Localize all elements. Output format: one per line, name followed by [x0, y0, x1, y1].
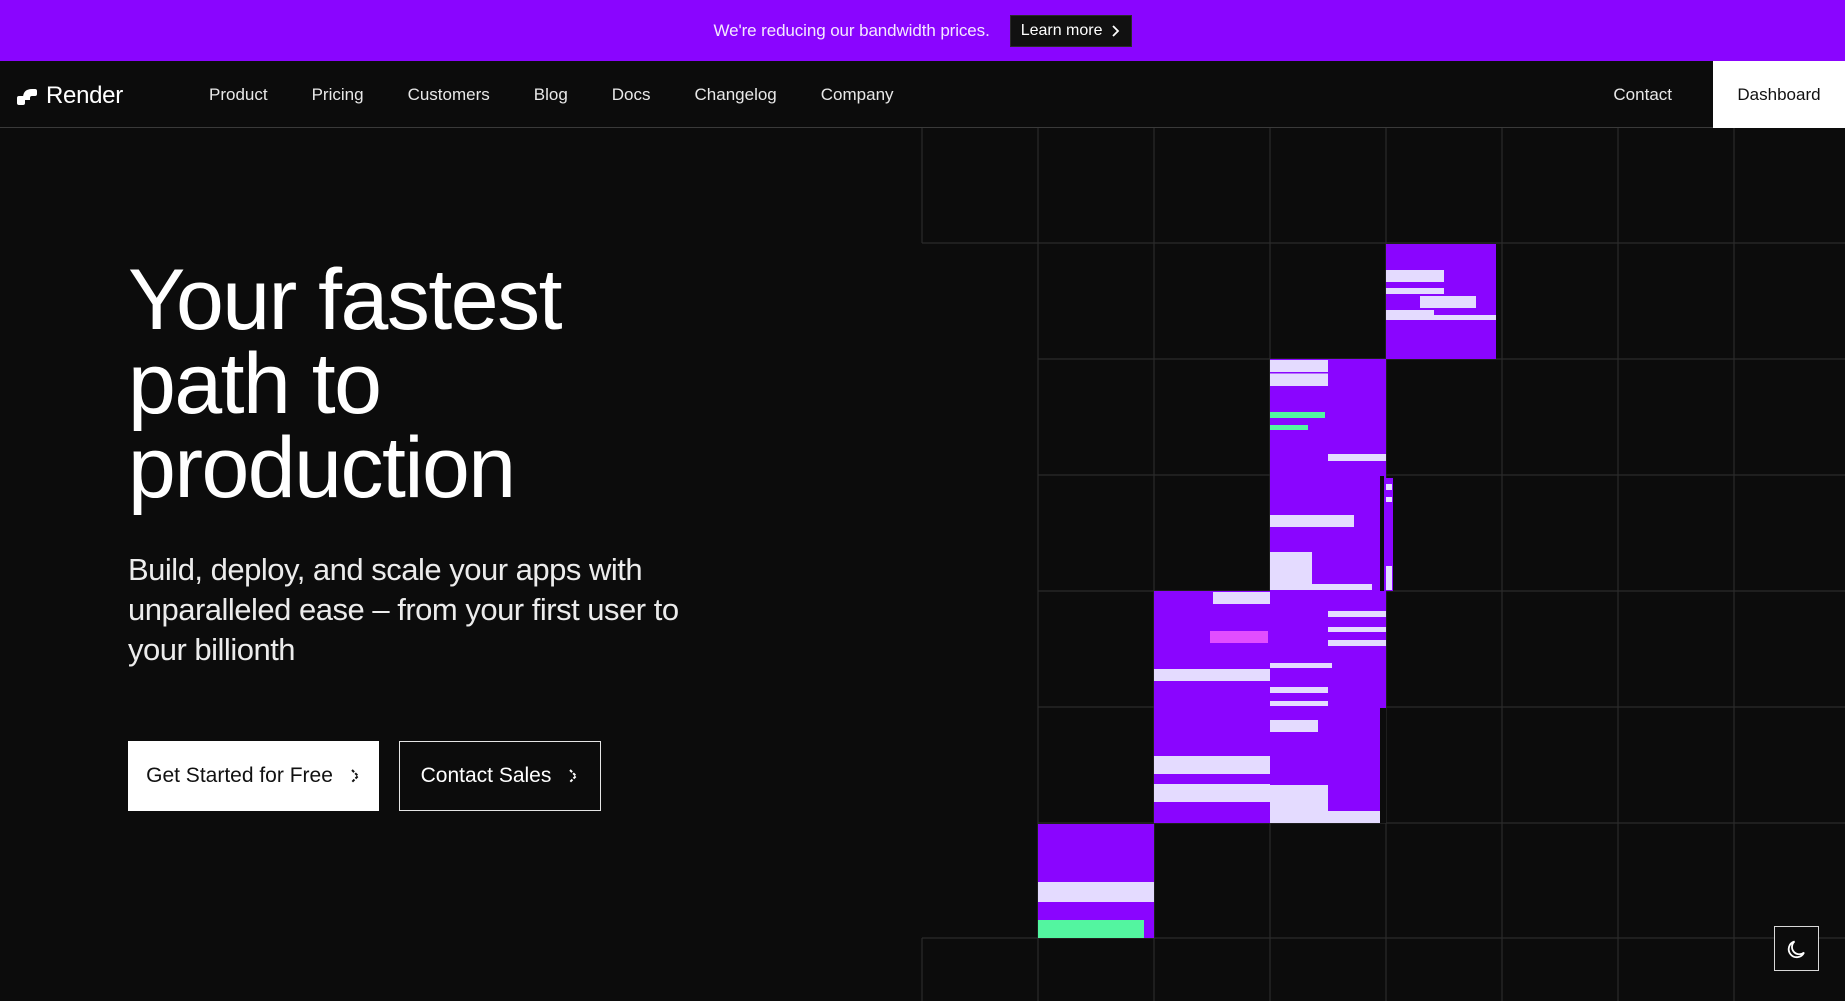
hero-title-line: Your fastest [128, 252, 563, 348]
hero-title: Your fastest path to production [128, 252, 828, 516]
hero-subtitle-line: Build, deploy, and scale your apps with [128, 552, 643, 587]
get-started-label: Get Started for Free [146, 764, 333, 787]
hero-pixel-grid-illustration [921, 128, 1845, 1001]
nav-links: Product Pricing Customers Blog Docs Chan… [187, 61, 916, 128]
nav-item-pricing[interactable]: Pricing [290, 85, 386, 105]
main-nav: Render Product Pricing Customers Blog Do… [0, 61, 1845, 128]
hero-subtitle-line: your billionth [128, 632, 296, 667]
dashboard-button[interactable]: Dashboard [1713, 61, 1845, 128]
theme-toggle-button[interactable] [1774, 926, 1819, 971]
nav-contact-link[interactable]: Contact [1613, 61, 1672, 128]
nav-item-product[interactable]: Product [187, 85, 290, 105]
nav-item-company[interactable]: Company [799, 85, 916, 105]
hero-title-line: path to [128, 336, 382, 432]
chevron-right-icon [569, 769, 578, 783]
moon-icon [1787, 940, 1805, 958]
nav-item-customers[interactable]: Customers [386, 85, 512, 105]
learn-more-button[interactable]: Learn more [1009, 14, 1132, 47]
chevron-right-icon [1111, 24, 1119, 37]
hero-subtitle-line: unparalleled ease – from your first user… [128, 592, 679, 627]
contact-sales-label: Contact Sales [420, 764, 552, 787]
announcement-text: We're reducing our bandwidth prices. [713, 20, 990, 40]
nav-item-blog[interactable]: Blog [512, 85, 590, 105]
learn-more-label: Learn more [1020, 21, 1103, 39]
hero-title-line: production [128, 420, 516, 516]
logo-text: Render [46, 82, 123, 109]
render-logo-icon [17, 89, 37, 105]
hero-subtitle: Build, deploy, and scale your apps with … [128, 550, 728, 670]
chevron-right-icon [351, 769, 360, 783]
logo-link[interactable]: Render [17, 82, 123, 110]
nav-item-docs[interactable]: Docs [590, 85, 673, 105]
get-started-button[interactable]: Get Started for Free [128, 741, 379, 811]
contact-sales-button[interactable]: Contact Sales [399, 741, 601, 811]
announcement-bar: We're reducing our bandwidth prices. Lea… [0, 0, 1845, 61]
nav-item-changelog[interactable]: Changelog [673, 85, 799, 105]
